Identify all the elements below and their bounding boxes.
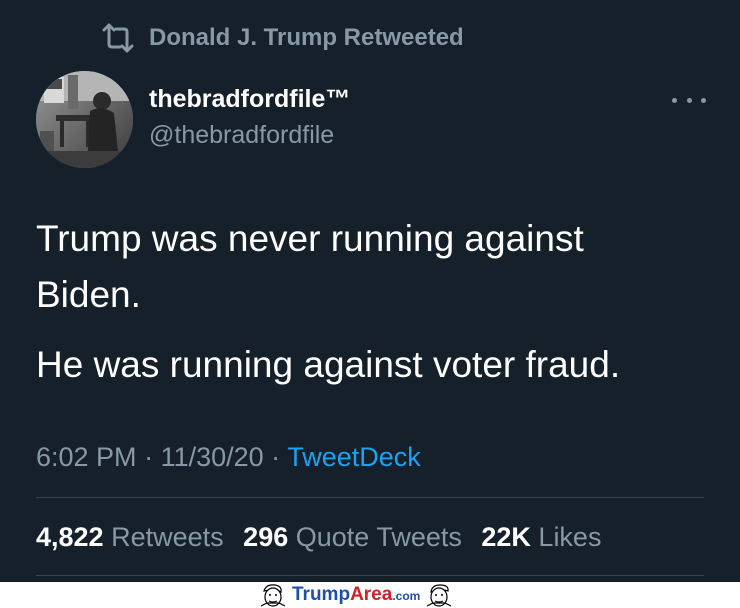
more-dot [701, 97, 706, 103]
likes-count: 22K [481, 522, 531, 552]
author-display-name[interactable]: thebradfordfile™ [149, 84, 350, 114]
tweet-text: Trump was never running against Biden. H… [36, 211, 696, 393]
meta-separator: · [136, 442, 161, 472]
likes-label: Likes [538, 522, 602, 552]
more-dot [686, 97, 692, 103]
avatar-photo [36, 71, 133, 168]
site-watermark: TrumpArea.com [0, 582, 740, 608]
likes-stat[interactable]: 22K Likes [481, 522, 601, 552]
quote-tweets-count: 296 [243, 522, 289, 552]
tweet-card: Donald J. Trump Retweeted thebradfordfil… [0, 0, 740, 582]
retweet-icon [102, 23, 134, 53]
watermark-text-area: Area [350, 584, 393, 605]
tweet-source-link[interactable]: TweetDeck [287, 442, 421, 472]
tweet-time[interactable]: 6:02 PM [36, 442, 137, 472]
watermark-text-com: .com [392, 589, 421, 603]
tweet-line-2: He was running against voter fraud. [36, 344, 621, 385]
meta-separator: · [263, 442, 288, 472]
avatar[interactable] [36, 71, 133, 168]
tweet-meta: 6:02 PM · 11/30/20 · TweetDeck [36, 440, 421, 474]
tweet-stats: 4,822 Retweets 296 Quote Tweets 22K Like… [36, 520, 613, 554]
watermark-logo: TrumpArea.com [258, 582, 454, 608]
more-dot [672, 97, 677, 103]
tweet-date[interactable]: 11/30/20 [161, 442, 264, 472]
caricature-face-icon [260, 584, 286, 607]
retweets-label: Retweets [111, 522, 224, 552]
retweets-count: 4,822 [36, 522, 104, 552]
author-handle[interactable]: @thebradfordfile [149, 120, 334, 150]
caricature-face-icon [427, 584, 452, 607]
retweet-context[interactable]: Donald J. Trump Retweeted [100, 20, 464, 56]
retweets-stat[interactable]: 4,822 Retweets [36, 522, 224, 552]
retweet-text: Donald J. Trump Retweeted [149, 24, 464, 51]
quote-tweets-label: Quote Tweets [295, 522, 462, 552]
divider [36, 575, 704, 576]
more-options-icon[interactable] [672, 88, 706, 112]
tweet-line-1: Trump was never running against Biden. [36, 218, 584, 315]
watermark-text-trump: Trump [292, 584, 351, 605]
quote-tweets-stat[interactable]: 296 Quote Tweets [243, 522, 462, 552]
divider [36, 497, 704, 498]
